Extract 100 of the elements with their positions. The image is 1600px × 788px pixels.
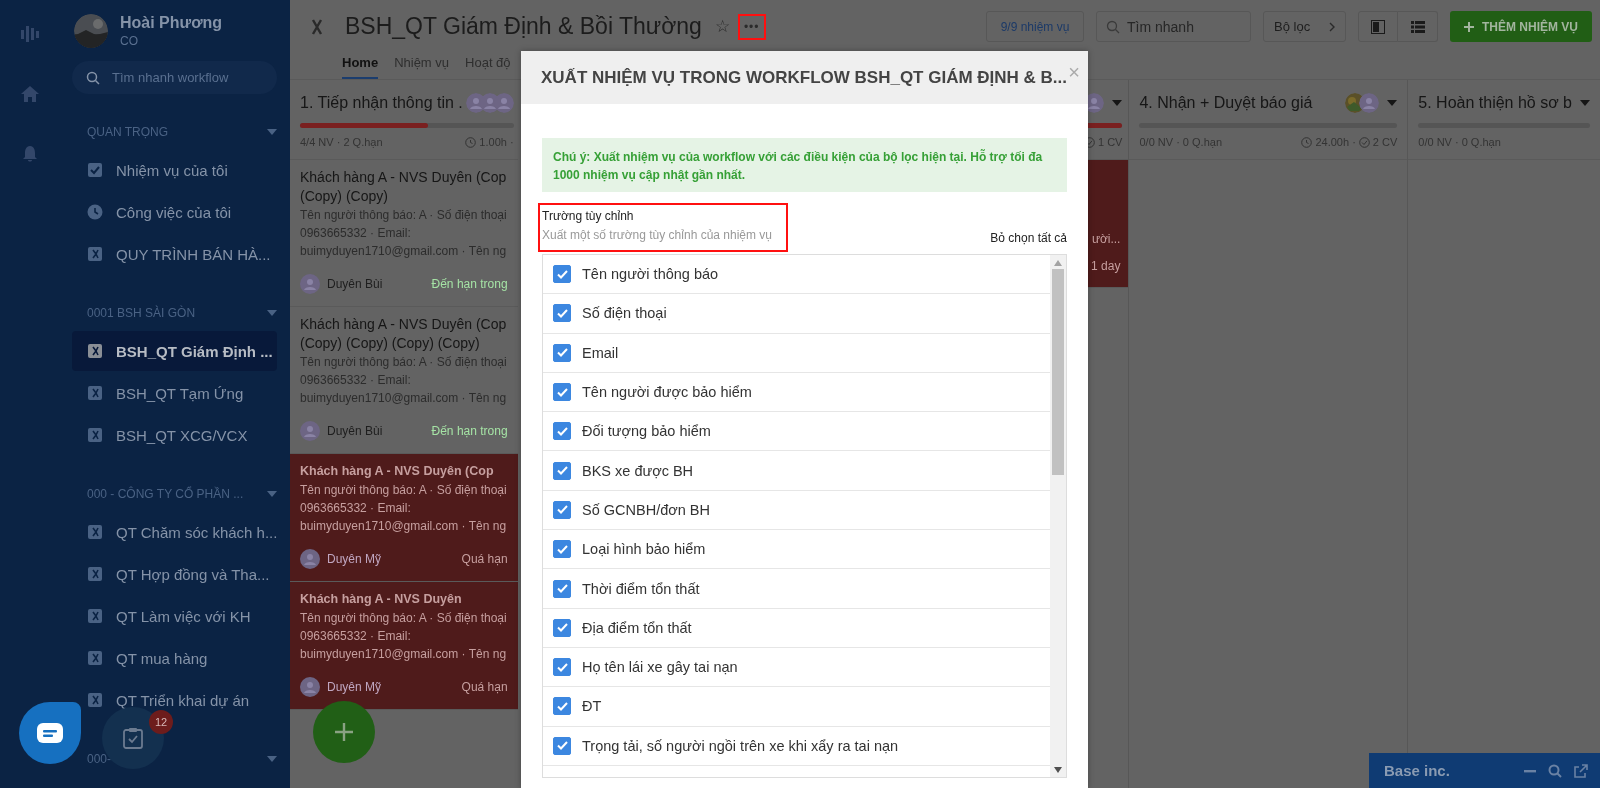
checkbox[interactable] [553, 658, 571, 677]
list-view-button[interactable] [1398, 11, 1438, 43]
scrollbar-thumb[interactable] [1052, 269, 1064, 475]
notice-message: Chú ý: Xuất nhiệm vụ của workflow với các điều kiện của bộ lọc hiện tại. Hỗ trợ tối đa 1000 nhiệm vụ cập nhật gần nhất. [542, 138, 1067, 192]
due-status: Quá hạn [461, 680, 508, 694]
workflow-icon [87, 385, 103, 401]
workflow-icon [87, 608, 103, 624]
widget-title: Base inc. [1384, 762, 1450, 779]
search-field[interactable]: Tìm nhanh [1096, 11, 1251, 43]
checkbox[interactable] [553, 736, 571, 755]
workflow-title: BSH_QT Giám Định & Bồi Thường [345, 13, 702, 41]
workflow-search-field[interactable]: Tìm nhanh workflow [72, 61, 277, 94]
checkmark-icon [556, 426, 568, 436]
assignee-name: Duyên Mỹ [327, 680, 382, 694]
sidebar-item[interactable]: QT mua hàng [72, 646, 212, 670]
sidebar-item[interactable]: QT Triển khai dự án [72, 688, 254, 712]
task-description: 0963665332 · Email: [300, 628, 412, 645]
task-title: (Copy) (Copy) (Copy) (Copy) [300, 334, 481, 353]
sidebar-item[interactable]: BSH_QT Giám Định ... [72, 331, 277, 371]
sidebar-item[interactable]: QT Hợp đồng và Tha... [72, 562, 274, 586]
group-title: QUAN TRỌNG [87, 125, 169, 139]
field-label: Số điện thoại [582, 305, 667, 322]
field-label: Địa điểm tổn thất [582, 619, 692, 636]
scroll-up-icon[interactable] [1054, 260, 1062, 266]
search-icon[interactable] [1548, 763, 1562, 778]
column-title: 1. Tiếp nhận thông tin . [300, 94, 463, 112]
workflow-icon [87, 524, 103, 540]
caret-icon[interactable] [1112, 100, 1123, 106]
avatar-icon [300, 677, 320, 697]
workflow-icon [87, 692, 103, 708]
workflow-icon [87, 650, 103, 666]
filter-button[interactable]: Bộ lọc [1263, 11, 1346, 43]
add-task-button[interactable]: THÊM NHIỆM VỤ [1450, 11, 1592, 43]
checkbox[interactable] [553, 343, 571, 362]
chevron-right-icon [1329, 21, 1335, 32]
sidebar-item[interactable]: QT Làm việc với KH [72, 604, 255, 628]
caret-icon[interactable] [1387, 100, 1398, 106]
scroll-down-icon[interactable] [1054, 767, 1062, 773]
checkmark-icon [556, 269, 568, 279]
caret-icon[interactable] [1580, 100, 1590, 106]
checkbox[interactable] [553, 304, 571, 323]
assignee-name: Duyên Bùi [327, 424, 383, 438]
workflow-icon [87, 566, 103, 582]
home-icon[interactable] [20, 84, 40, 104]
group-title: 000 - CÔNG TY CỔ PHẦN ... [87, 487, 244, 501]
sidebar-item[interactable]: Nhiệm vụ của tôi [72, 158, 232, 182]
checkbox[interactable] [553, 697, 571, 716]
plus-icon [1464, 21, 1474, 32]
task-description: Tên người thông báo: A · Số điện thoại [300, 610, 508, 627]
deselect-all-link[interactable]: Bỏ chọn tất cả [990, 231, 1067, 252]
workflow-icon [87, 427, 103, 443]
checkmark-icon [556, 623, 568, 633]
clock-icon [1301, 136, 1313, 148]
board-view-button[interactable] [1358, 11, 1398, 43]
checkbox[interactable] [553, 461, 571, 480]
group-title: 0001 BSH SÀI GÒN [87, 306, 196, 320]
dialog-title: XUẤT NHIỆM VỤ TRONG WORKFLOW BSH_QT GIÁM ĐỊNH & B... [541, 67, 1068, 88]
clock-icon [87, 204, 103, 220]
sidebar-item[interactable]: QUY TRÌNH BÁN HÀ... [72, 242, 275, 266]
checkmark-icon [556, 584, 568, 593]
caret-icon[interactable] [267, 756, 277, 762]
checkbox[interactable] [553, 422, 571, 441]
checkbox[interactable] [553, 579, 571, 598]
plus-icon [335, 723, 353, 741]
field-label: Họ tên lái xe gây tai nạn [582, 659, 738, 676]
field-label: Loại hình bảo hiểm [582, 541, 706, 558]
field-label: Tên người được bảo hiểm [582, 384, 752, 401]
checkbox[interactable] [553, 618, 571, 637]
checkbox[interactable] [553, 500, 571, 519]
caret-icon[interactable] [267, 491, 277, 497]
sidebar-item[interactable]: BSH_QT XCG/VCX [72, 423, 252, 447]
task-description: buimyduyen1710@gmail.com · Tên ng [300, 646, 508, 663]
checkbox[interactable] [553, 540, 571, 559]
avatar-icon [300, 549, 320, 569]
sidebar-item[interactable]: QT Chăm sóc khách h... [72, 520, 282, 544]
user-name: Hoài Phương [120, 14, 223, 32]
caret-icon[interactable] [267, 310, 277, 316]
sidebar-item[interactable]: Công việc của tôi [72, 200, 236, 224]
due-status: Quá hạn [461, 552, 508, 566]
logo-icon[interactable] [20, 24, 40, 44]
avatar-icon [1359, 93, 1380, 113]
task-title: Khách hàng A - NVS Duyên (Cop [300, 168, 508, 187]
task-card[interactable]: Khách hàng A - NVS Duyên Tên người thông báo: A · Số điện thoại 0963665332 · Email: buimyduyen1710@gmail.com · Tên ng Duyên Mỹ Quá hạn [290, 582, 518, 710]
checkbox[interactable] [553, 265, 571, 284]
sidebar-item[interactable]: BSH_QT Tạm Ứng [72, 381, 248, 405]
task-card[interactable]: Khách hàng A - NVS Duyên (Cop Tên người thông báo: A · Số điện thoại 0963665332 · Email: buimyduyen1710@gmail.com · Tên ng Duyên Mỹ Quá hạn [290, 454, 518, 582]
checkmark-icon [556, 348, 568, 358]
clock-icon [465, 136, 477, 148]
due-status: Đến hạn trong [431, 424, 508, 438]
checkmark-icon [556, 741, 568, 751]
tab[interactable]: Home [342, 55, 379, 79]
user-role: CO [120, 34, 139, 48]
avatar-icon [300, 274, 320, 294]
caret-icon[interactable] [267, 129, 277, 135]
task-description: 0963665332 · Email: [300, 500, 412, 517]
checkbox[interactable] [553, 383, 571, 402]
field-label: Trọng tải, số người ngồi trên xe khi xẩy ra tai nạn [582, 737, 899, 754]
checkmark-icon [556, 544, 568, 554]
task-description: Tên người thông báo: A · Số điện thoại [300, 482, 508, 499]
external-link-icon[interactable] [1574, 763, 1588, 778]
